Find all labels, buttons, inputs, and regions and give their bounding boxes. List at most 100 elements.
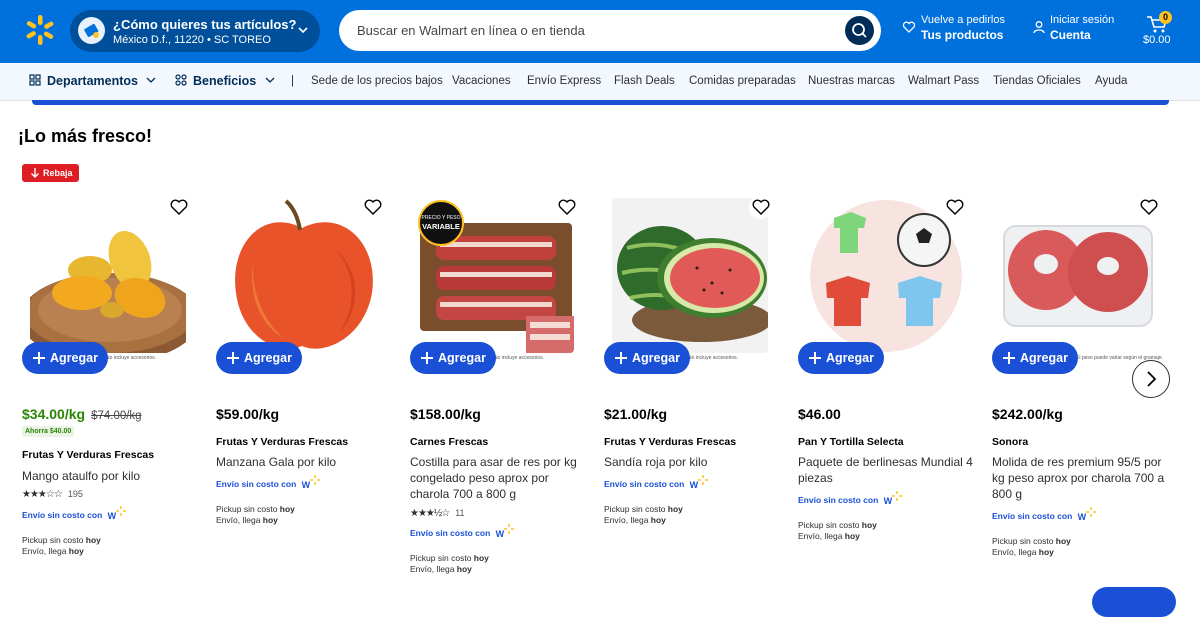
product-brand: Frutas Y Verduras Frescas [604, 436, 737, 448]
product-name[interactable]: Costilla para asar de res por kg congela… [410, 454, 588, 502]
favorite-button[interactable] [555, 195, 579, 219]
chevron-down-icon [298, 27, 308, 34]
add-to-cart-label: Agregar [438, 351, 486, 365]
nav-link-envio-express[interactable]: Envío Express [527, 75, 601, 87]
heart-icon [946, 199, 964, 215]
add-to-cart-label: Agregar [632, 351, 680, 365]
add-to-cart-button[interactable]: Agregar [216, 342, 302, 374]
nav-link-tiendas-oficiales[interactable]: Tiendas Oficiales [993, 75, 1081, 87]
nav-link-nuestras-marcas[interactable]: Nuestras marcas [808, 75, 895, 87]
add-to-cart-button[interactable]: Agregar [992, 342, 1078, 374]
image-disclaimer: No incluye accesorios. [688, 355, 739, 361]
fulfillment-info: Pickup sin costo hoy Envío, llega hoy [798, 520, 877, 542]
nav-link-vacaciones[interactable]: Vacaciones [452, 75, 511, 87]
favorite-button[interactable] [1137, 195, 1161, 219]
benefits-menu[interactable]: Beneficios [175, 74, 276, 88]
carousel-next-button[interactable] [1132, 360, 1170, 398]
add-to-cart-button[interactable]: Agregar [22, 342, 108, 374]
product-price: $59.00/kg [216, 406, 280, 422]
departments-menu[interactable]: Departamentos [29, 74, 157, 88]
fulfillment-selector[interactable]: ¿Cómo quieres tus artículos? México D.f.… [70, 10, 320, 52]
nav-link-walmart-pass[interactable]: Walmart Pass [908, 75, 979, 87]
search-button[interactable] [845, 16, 874, 45]
favorite-button[interactable] [361, 195, 385, 219]
product-card[interactable]: Agregar $59.00/kg Frutas Y Verduras Fres… [216, 195, 396, 595]
product-name[interactable]: Molida de res premium 95/5 por kg peso a… [992, 454, 1170, 502]
savings-badge: Ahorra $40.00 [22, 426, 75, 437]
product-card[interactable]: Agregar $46.00 Pan Y Tortilla Selecta Pa… [798, 195, 978, 595]
favorite-button[interactable] [167, 195, 191, 219]
add-to-cart-button[interactable]: Agregar [410, 342, 496, 374]
review-count: 195 [67, 489, 83, 499]
favorite-button[interactable] [749, 195, 773, 219]
chevron-down-icon [147, 77, 156, 83]
favorite-button[interactable] [943, 195, 967, 219]
product-name[interactable]: Manzana Gala por kilo [216, 454, 394, 470]
delivery-text: Envío, llega [604, 515, 651, 525]
product-brand: Frutas Y Verduras Frescas [22, 449, 155, 461]
product-card[interactable]: No incluye accesorios. Agregar $21.00/kg… [604, 195, 784, 595]
heart-icon [752, 199, 770, 215]
nav-link-comidas-preparadas[interactable]: Comidas preparadas [689, 75, 796, 87]
plus-icon [33, 352, 45, 364]
fulfillment-icon [78, 17, 105, 44]
cart-button[interactable]: 0 $0.00 [1141, 11, 1175, 50]
walmart-spark-logo[interactable] [24, 14, 56, 46]
star-rating-icon: ★★★½☆ [410, 508, 450, 519]
plus-icon [615, 352, 627, 364]
star-rating-icon: ★★★☆☆ [22, 489, 63, 500]
reorder-link[interactable]: Vuelve a pedirlos Tus productos [921, 14, 1005, 42]
account-line1: Iniciar sesión [1050, 14, 1115, 26]
product-image-cookies[interactable] [806, 198, 962, 353]
product-card[interactable]: PRECIO Y PESO VARIABLE No incluye acceso… [410, 195, 590, 595]
nav-link-precios-bajos[interactable]: Sede de los precios bajos [311, 75, 443, 87]
product-name[interactable]: Sandía roja por kilo [604, 454, 782, 470]
delivery-text: Envío, llega [410, 564, 457, 574]
pickup-text: Pickup sin costo [798, 520, 862, 530]
pickup-text: Pickup sin costo [22, 535, 86, 545]
nav-link-flash-deals[interactable]: Flash Deals [614, 75, 675, 87]
image-disclaimer: No incluye accesorios. [494, 355, 545, 361]
floating-action-button[interactable] [1092, 587, 1176, 617]
product-image-watermelon[interactable] [612, 198, 768, 353]
delivery-today: hoy [68, 546, 84, 556]
account-link[interactable]: Iniciar sesión Cuenta [1050, 14, 1114, 42]
product-image-mango[interactable] [30, 198, 186, 353]
pickup-text: Pickup sin costo [604, 504, 668, 514]
walmart-pass-icon: W [1078, 506, 1096, 522]
delivery-today: hoy [844, 531, 860, 541]
add-to-cart-label: Agregar [1020, 351, 1068, 365]
product-name[interactable]: Mango ataulfo por kilo [22, 468, 200, 484]
arrow-down-icon [31, 168, 39, 178]
product-price: $158.00/kg [410, 406, 481, 422]
plus-icon [809, 352, 821, 364]
search-bar [339, 10, 881, 51]
product-brand: Pan Y Tortilla Selecta [798, 436, 904, 448]
product-image-apple[interactable] [224, 198, 380, 353]
add-to-cart-button[interactable]: Agregar [604, 342, 690, 374]
nav-link-ayuda[interactable]: Ayuda [1095, 75, 1127, 87]
product-brand: Carnes Frescas [410, 436, 489, 448]
add-to-cart-button[interactable]: Agregar [798, 342, 884, 374]
image-disclaimer: No incluye accesorios. [106, 355, 157, 361]
product-rating: ★★★½☆ 11 [410, 508, 465, 519]
add-to-cart-label: Agregar [826, 351, 874, 365]
search-input[interactable] [357, 10, 827, 51]
delivery-text: Envío, llega [992, 547, 1039, 557]
walmart-pass-icon: W [108, 505, 126, 521]
promo-banner-edge [32, 100, 1169, 105]
add-to-cart-label: Agregar [50, 351, 98, 365]
free-shipping-text: Envío sin costo con [798, 495, 879, 505]
free-shipping-text: Envío sin costo con [216, 479, 297, 489]
search-icon [852, 23, 867, 38]
product-image-ground-beef[interactable] [1000, 198, 1156, 353]
fulfillment-info: Pickup sin costo hoy Envío, llega hoy [216, 504, 295, 526]
fulfillment-info: Pickup sin costo hoy Envío, llega hoy [604, 504, 683, 526]
current-price: $34.00/kg [22, 406, 86, 422]
apps-icon [175, 74, 187, 86]
product-name[interactable]: Paquete de berlinesas Mundial 4 piezas [798, 454, 976, 486]
departments-label: Departamentos [47, 74, 138, 88]
plus-icon [227, 352, 239, 364]
product-card[interactable]: No incluye accesorios. Agregar $34.00/kg… [22, 195, 202, 595]
fulfillment-info: Pickup sin costo hoy Envío, llega hoy [410, 553, 489, 575]
